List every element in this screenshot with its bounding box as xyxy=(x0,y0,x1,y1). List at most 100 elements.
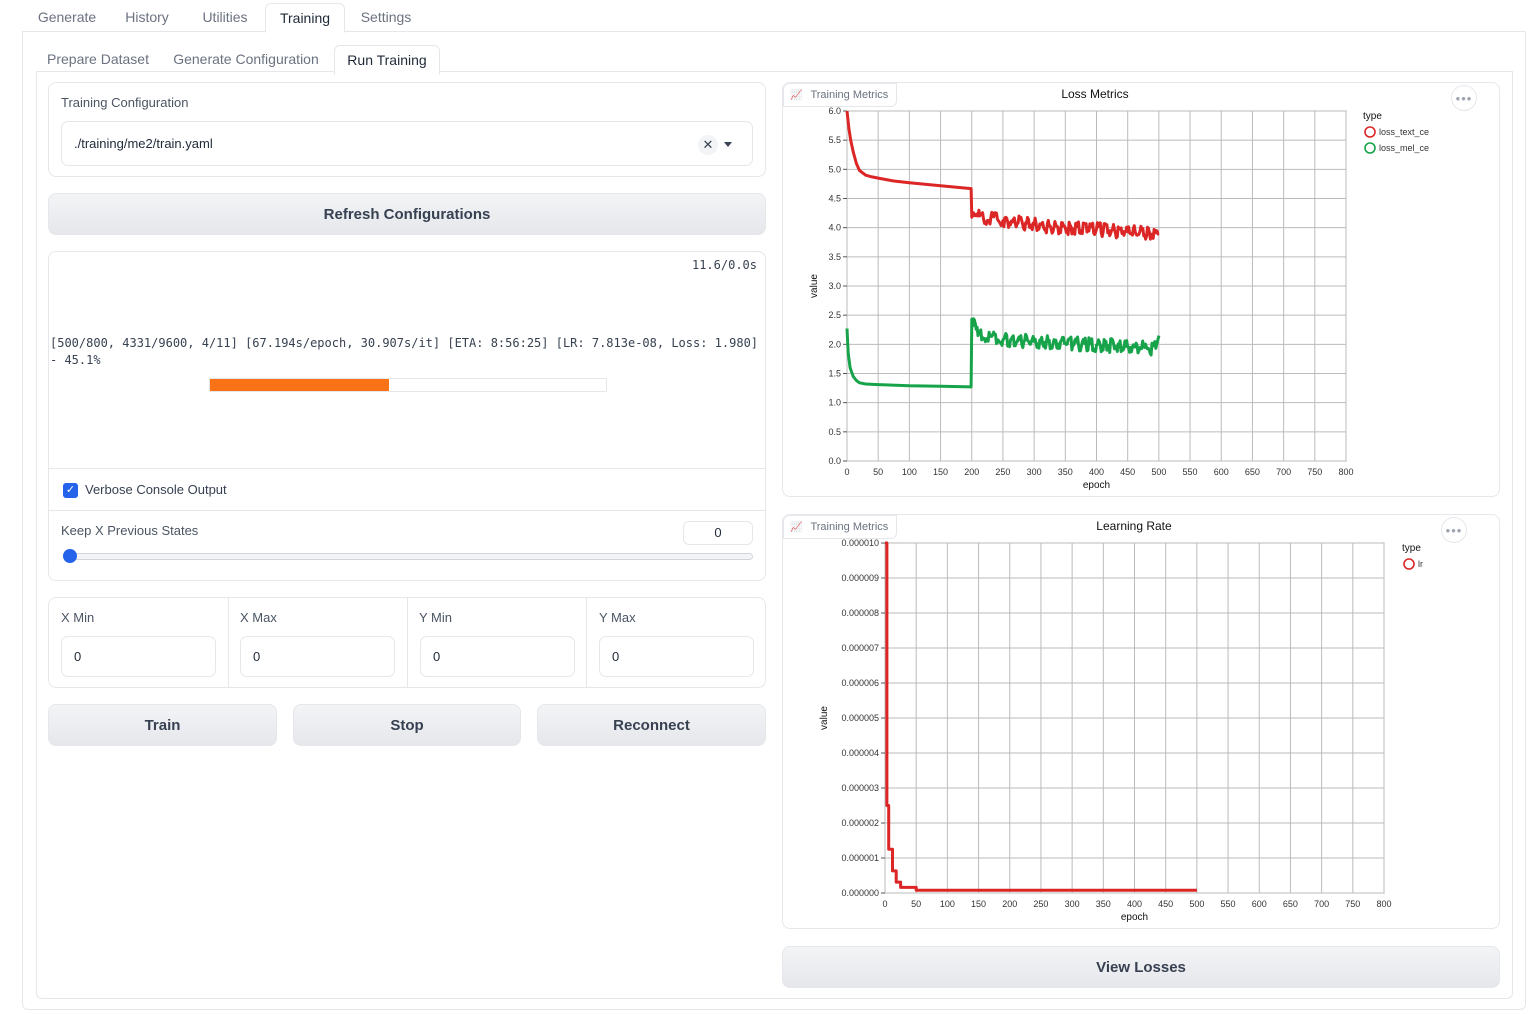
x-tick-label: 150 xyxy=(933,467,948,477)
tab-prepare-dataset[interactable]: Prepare Dataset xyxy=(42,45,154,74)
x-tick-label: 350 xyxy=(1058,467,1073,477)
y-max-label: Y Max xyxy=(599,610,636,625)
x-tick-label: 50 xyxy=(911,899,921,909)
timer-text: 11.6/0.0s xyxy=(691,258,757,272)
keep-states-slider-handle[interactable] xyxy=(63,549,77,563)
reconnect-button[interactable]: Reconnect xyxy=(537,704,766,746)
y-tick-label: 0.000003 xyxy=(841,783,879,793)
tab-history[interactable]: History xyxy=(114,3,180,32)
legend-title: type xyxy=(1363,111,1382,122)
x-tick-label: 600 xyxy=(1214,467,1229,477)
tab-settings[interactable]: Settings xyxy=(352,3,420,32)
training-console-panel: 11.6/0.0s [500/800, 4331/9600, 4/11] [67… xyxy=(48,251,766,581)
y-tick-label: 0.000002 xyxy=(841,818,879,828)
x-tick-label: 500 xyxy=(1189,899,1204,909)
x-tick-label: 350 xyxy=(1096,899,1111,909)
x-min-label: X Min xyxy=(61,610,95,625)
y-tick-label: 2.5 xyxy=(828,310,841,320)
y-tick-label: 0.000009 xyxy=(841,573,879,583)
x-tick-label: 300 xyxy=(1065,899,1080,909)
y-tick-label: 3.5 xyxy=(828,252,841,262)
y-tick-label: 0.000000 xyxy=(841,888,879,898)
stop-button[interactable]: Stop xyxy=(293,704,521,746)
x-tick-label: 150 xyxy=(971,899,986,909)
x-tick-label: 550 xyxy=(1183,467,1198,477)
training-config-label: Training Configuration xyxy=(61,95,189,110)
x-axis-label: epoch xyxy=(1121,912,1148,923)
x-tick-label: 0 xyxy=(844,467,849,477)
train-button[interactable]: Train xyxy=(48,704,277,746)
y-tick-label: 5.5 xyxy=(828,135,841,145)
y-axis-label: value xyxy=(819,706,830,730)
legend-marker xyxy=(1364,126,1376,138)
progress-bar-track xyxy=(209,378,607,392)
x-min-input[interactable]: 0 xyxy=(61,636,216,677)
legend-marker xyxy=(1403,558,1415,570)
y-tick-label: 1.0 xyxy=(828,398,841,408)
y-tick-label: 0.000004 xyxy=(841,748,879,758)
legend-marker xyxy=(1364,142,1376,154)
x-tick-label: 800 xyxy=(1338,467,1353,477)
y-tick-label: 0.5 xyxy=(828,427,841,437)
tab-utilities[interactable]: Utilities xyxy=(192,3,258,32)
x-tick-label: 450 xyxy=(1120,467,1135,477)
console-output-line: [500/800, 4331/9600, 4/11] [67.194s/epoc… xyxy=(50,336,759,350)
x-tick-label: 400 xyxy=(1089,467,1104,477)
x-tick-label: 750 xyxy=(1345,899,1360,909)
y-tick-label: 0.000001 xyxy=(841,853,879,863)
y-tick-label: 6.0 xyxy=(828,106,841,116)
tab-generate-configuration[interactable]: Generate Configuration xyxy=(170,45,322,74)
y-tick-label: 2.0 xyxy=(828,339,841,349)
keep-states-label: Keep X Previous States xyxy=(61,523,199,538)
divider xyxy=(586,598,587,687)
x-tick-label: 800 xyxy=(1376,899,1391,909)
x-tick-label: 250 xyxy=(1033,899,1048,909)
tab-training[interactable]: Training xyxy=(265,3,345,33)
keep-states-slider-track[interactable] xyxy=(63,553,753,560)
y-min-input[interactable]: 0 xyxy=(420,636,575,677)
x-tick-label: 700 xyxy=(1314,899,1329,909)
y-axis-label: value xyxy=(809,274,820,298)
divider xyxy=(49,468,765,469)
x-tick-label: 200 xyxy=(1002,899,1017,909)
y-tick-label: 0.000007 xyxy=(841,643,879,653)
x-max-label: X Max xyxy=(240,610,277,625)
x-tick-label: 300 xyxy=(1027,467,1042,477)
keep-states-number-input[interactable]: 0 xyxy=(683,521,753,545)
refresh-configurations-button[interactable]: Refresh Configurations xyxy=(48,193,766,235)
verbose-checkbox[interactable]: ✓ xyxy=(63,483,78,498)
loss-metrics-plot-panel: 📈 Training Metrics ••• Loss Metrics 0 50 10… xyxy=(782,82,1500,497)
divider xyxy=(228,598,229,687)
training-sub-tab-bar: Prepare Dataset Generate Configuration R… xyxy=(36,42,1512,75)
training-config-dropdown[interactable]: ./training/me2/train.yaml ✕ xyxy=(61,121,753,166)
divider xyxy=(407,598,408,687)
main-tab-bar: Generate History Utilities Training Sett… xyxy=(22,0,1526,33)
clear-icon[interactable]: ✕ xyxy=(698,135,718,155)
legend-label: loss_mel_ce xyxy=(1379,143,1429,153)
y-tick-label: 1.5 xyxy=(828,369,841,379)
training-config-panel: Training Configuration ./training/me2/tr… xyxy=(48,82,766,177)
view-losses-button[interactable]: View Losses xyxy=(782,946,1500,988)
chevron-down-icon[interactable] xyxy=(724,142,732,147)
progress-bar-fill xyxy=(210,379,389,391)
y-tick-label: 0.000008 xyxy=(841,608,879,618)
training-config-value: ./training/me2/train.yaml xyxy=(74,136,213,151)
x-tick-label: 650 xyxy=(1283,899,1298,909)
x-tick-label: 200 xyxy=(964,467,979,477)
legend-label: loss_text_ce xyxy=(1379,127,1429,137)
x-tick-label: 600 xyxy=(1252,899,1267,909)
x-tick-label: 750 xyxy=(1307,467,1322,477)
legend-label: lr xyxy=(1418,559,1423,569)
x-tick-label: 50 xyxy=(873,467,883,477)
y-tick-label: 0.000005 xyxy=(841,713,879,723)
learning-rate-plot-panel: 📈 Training Metrics ••• Learning Rate 0 50 1… xyxy=(782,514,1500,929)
x-tick-label: 250 xyxy=(995,467,1010,477)
axis-bounds-panel: X Min 0 X Max 0 Y Min 0 Y Max 0 xyxy=(48,597,766,688)
y-tick-label: 3.0 xyxy=(828,281,841,291)
y-max-input[interactable]: 0 xyxy=(599,636,754,677)
x-tick-label: 400 xyxy=(1127,899,1142,909)
x-tick-label: 550 xyxy=(1221,899,1236,909)
x-max-input[interactable]: 0 xyxy=(240,636,395,677)
x-tick-label: 500 xyxy=(1151,467,1166,477)
tab-generate[interactable]: Generate xyxy=(26,3,108,32)
